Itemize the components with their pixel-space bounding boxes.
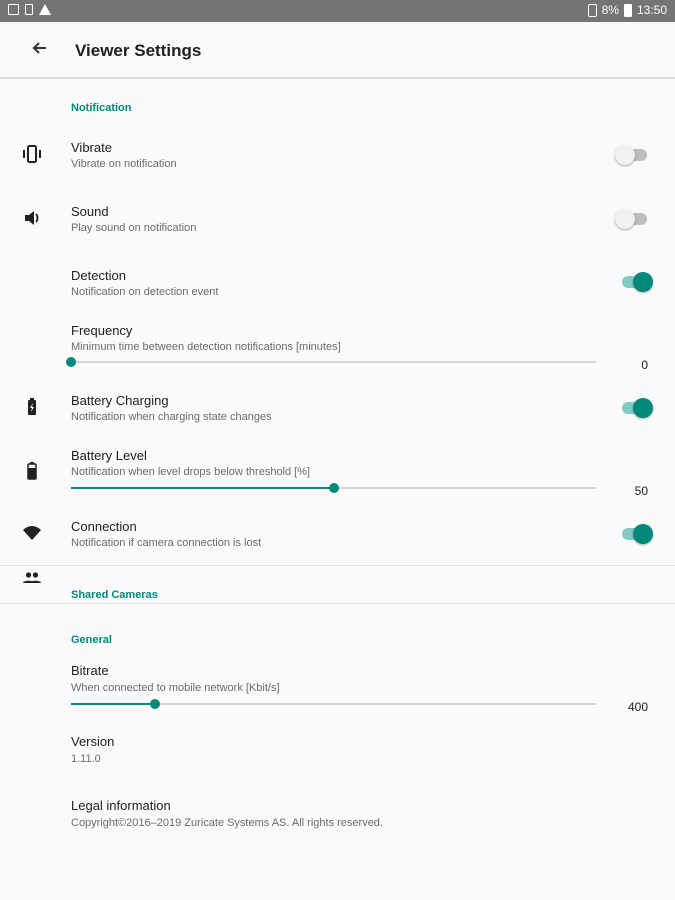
- page-title: Viewer Settings: [75, 41, 202, 60]
- status-right: 8% 13:50: [587, 3, 667, 17]
- status-time: 13:50: [636, 3, 667, 17]
- pref-summary: When connected to mobile network [Kbit/s…: [71, 682, 280, 694]
- switch-knob: [633, 398, 653, 418]
- detection-switch[interactable]: [622, 272, 653, 292]
- battery-icon: [623, 3, 632, 17]
- slider-thumb[interactable]: [150, 699, 160, 709]
- pref-title: Vibrate: [71, 140, 112, 155]
- pref-title: Battery Charging: [71, 393, 169, 408]
- pref-title: Battery Level: [71, 448, 147, 463]
- sound-switch[interactable]: [615, 209, 647, 229]
- vibrate-switch[interactable]: [615, 145, 647, 165]
- pref-title: Legal information: [71, 798, 171, 813]
- pref-summary: Notification if camera connection is los…: [71, 537, 262, 549]
- pref-summary: Minimum time between detection notificat…: [71, 341, 341, 353]
- frequency-value: 0: [641, 358, 648, 372]
- slider-thumb[interactable]: [328, 483, 339, 493]
- switch-knob: [633, 272, 653, 292]
- connection-switch[interactable]: [622, 524, 653, 544]
- version-value: 1.11.0: [71, 753, 101, 765]
- pref-summary: Copyright©2016–2019 Zuricate Systems AS.…: [71, 817, 383, 829]
- pref-title: Sound: [71, 204, 109, 219]
- slider-fill: [71, 487, 334, 489]
- vibration-icon: [22, 144, 42, 164]
- people-icon: [22, 571, 42, 585]
- pref-title: Bitrate: [71, 663, 109, 678]
- volume-icon: [22, 208, 42, 228]
- app-bar: Viewer Settings: [0, 22, 675, 79]
- category-notification: Notification: [71, 102, 132, 114]
- pref-title: Frequency: [71, 323, 133, 338]
- battery-charging-switch[interactable]: [622, 398, 653, 418]
- hourglass-icon: [587, 3, 597, 17]
- warning-icon: [39, 4, 51, 15]
- pref-summary: Play sound on notification: [71, 222, 197, 234]
- pref-title: Detection: [71, 268, 126, 283]
- pref-summary: Notification on detection event: [71, 286, 219, 298]
- wifi-icon: [22, 523, 42, 543]
- sd-card-icon: [25, 4, 33, 15]
- pref-title: Version: [71, 734, 115, 749]
- switch-knob: [633, 524, 653, 544]
- slider-thumb[interactable]: [66, 357, 76, 367]
- bitrate-slider[interactable]: [71, 699, 596, 709]
- battery-charging-icon: [22, 397, 42, 417]
- pref-summary: Vibrate on notification: [71, 158, 177, 170]
- status-bar: 8% 13:50: [0, 0, 675, 22]
- pref-title: Connection: [71, 519, 137, 534]
- pref-summary: Notification when level drops below thre…: [71, 466, 311, 478]
- battery-level-slider[interactable]: [71, 483, 596, 493]
- status-left-icons: [8, 4, 51, 15]
- switch-knob: [615, 209, 635, 229]
- divider: [0, 603, 675, 604]
- battery-percent: 8%: [601, 3, 619, 17]
- switch-knob: [615, 145, 635, 165]
- gallery-icon: [8, 4, 19, 15]
- frequency-slider[interactable]: [66, 357, 596, 367]
- battery-level-icon: [22, 461, 42, 481]
- battery-level-value: 50: [634, 484, 648, 498]
- bitrate-value: 400: [627, 700, 648, 714]
- slider-fill: [71, 703, 155, 705]
- divider: [0, 565, 675, 566]
- category-shared-cameras: Shared Cameras: [71, 589, 158, 601]
- category-general: General: [71, 634, 112, 646]
- pref-summary: Notification when charging state changes: [71, 411, 272, 423]
- back-arrow-icon[interactable]: [30, 38, 50, 58]
